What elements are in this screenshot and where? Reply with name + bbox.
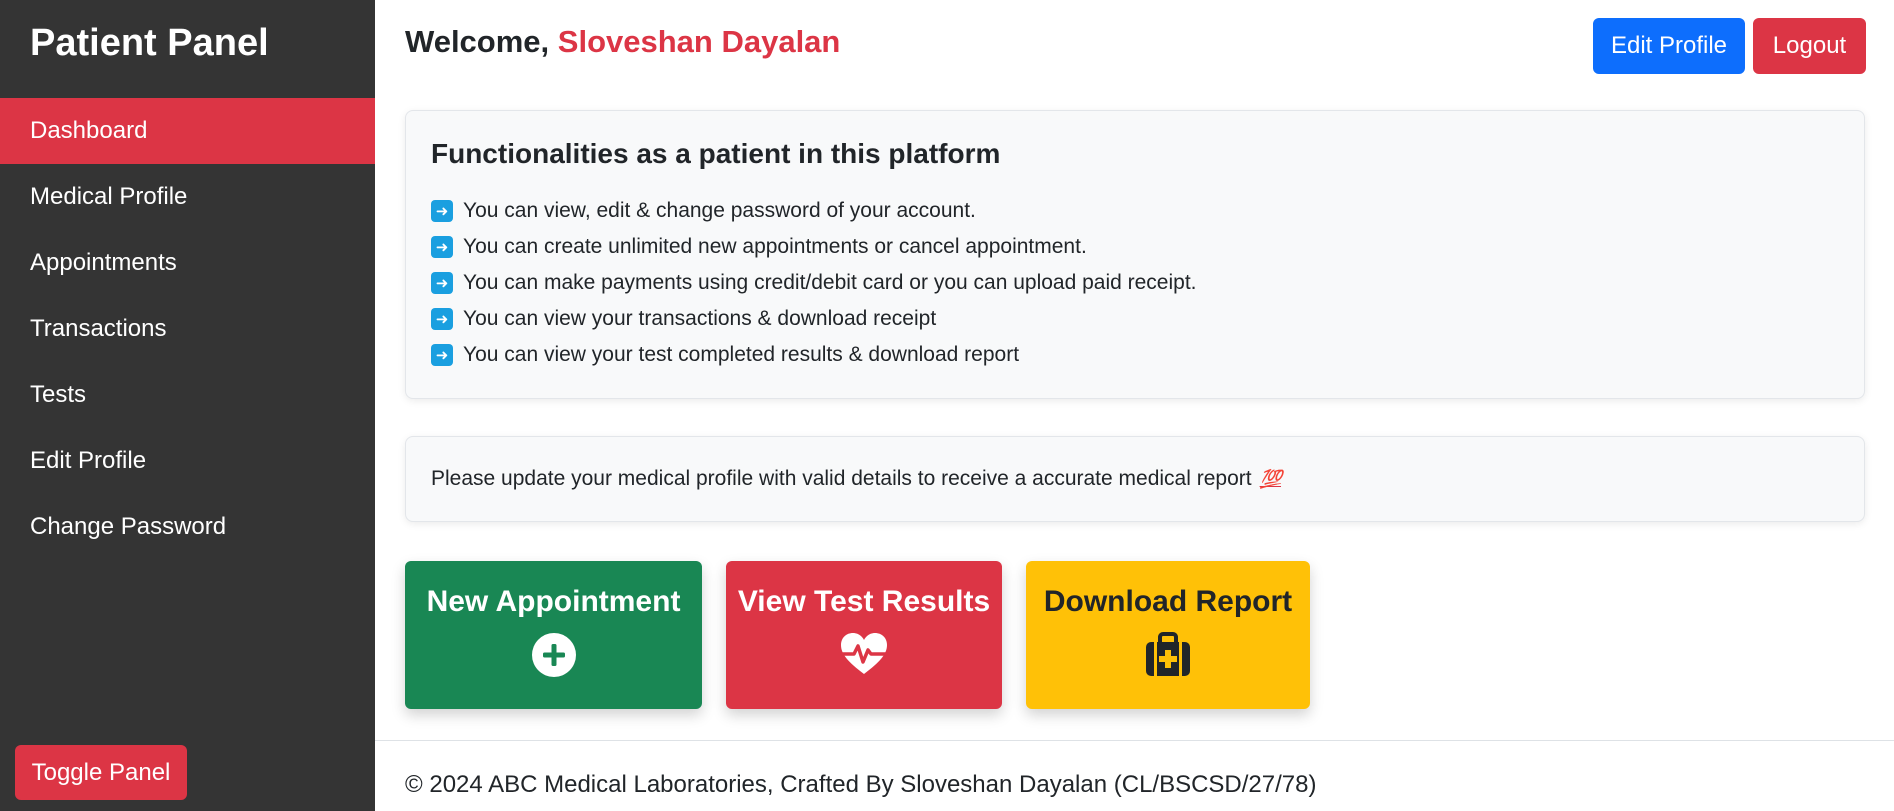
new-appointment-label: New Appointment <box>426 585 681 618</box>
list-item: ➜ You can view your transactions & downlo… <box>431 301 1839 337</box>
plus-circle-icon <box>531 632 577 683</box>
arrow-right-icon: ➜ <box>431 200 453 222</box>
list-item-text: You can view, edit & change password of … <box>463 199 976 222</box>
sidebar-item-dashboard[interactable]: Dashboard <box>0 98 375 164</box>
arrow-right-icon: ➜ <box>431 236 453 258</box>
list-item-text: You can view your transactions & downloa… <box>463 307 937 330</box>
list-item: ➜ You can view your test completed result… <box>431 337 1839 373</box>
medical-bag-icon <box>1145 632 1191 683</box>
footer-divider <box>375 740 1894 741</box>
functionalities-card: Functionalities as a patient in this pla… <box>405 110 1865 399</box>
user-name: Sloveshan Dayalan <box>557 24 841 59</box>
toggle-panel-button[interactable]: Toggle Panel <box>15 745 187 800</box>
sidebar-item-medical-profile[interactable]: Medical Profile <box>0 164 375 230</box>
logout-button[interactable]: Logout <box>1753 18 1866 74</box>
sidebar-nav: Dashboard Medical Profile Appointments T… <box>0 98 375 560</box>
arrow-right-icon: ➜ <box>431 308 453 330</box>
arrow-right-icon: ➜ <box>431 272 453 294</box>
hundred-points-icon: 💯 <box>1259 468 1282 489</box>
sidebar-item-appointments[interactable]: Appointments <box>0 230 375 296</box>
list-item: ➜ You can make payments using credit/debi… <box>431 265 1839 301</box>
sidebar-title: Patient Panel <box>30 22 269 64</box>
list-item-text: You can create unlimited new appointment… <box>463 235 1087 258</box>
sidebar-item-edit-profile[interactable]: Edit Profile <box>0 428 375 494</box>
download-report-tile[interactable]: Download Report <box>1026 561 1310 709</box>
sidebar-item-transactions[interactable]: Transactions <box>0 296 375 362</box>
view-test-results-tile[interactable]: View Test Results <box>726 561 1002 709</box>
list-item-text: You can view your test completed results… <box>463 343 1020 366</box>
functionalities-title: Functionalities as a patient in this pla… <box>431 138 1001 169</box>
view-test-results-label: View Test Results <box>737 585 991 618</box>
footer-text: © 2024 ABC Medical Laboratories, Crafted… <box>405 771 1317 798</box>
welcome-prefix: Welcome, <box>405 24 550 59</box>
arrow-right-icon: ➜ <box>431 344 453 366</box>
sidebar-item-change-password[interactable]: Change Password <box>0 494 375 560</box>
download-report-label: Download Report <box>1043 585 1293 618</box>
list-item: ➜ You can create unlimited new appointmen… <box>431 229 1839 265</box>
heart-pulse-icon <box>840 632 888 681</box>
list-item-text: You can make payments using credit/debit… <box>463 271 1197 294</box>
functionalities-list: ➜ You can view, edit & change password of… <box>431 193 1839 373</box>
notice-text: Please update your medical profile with … <box>431 467 1252 490</box>
welcome-heading: Welcome, Sloveshan Dayalan <box>405 22 840 62</box>
sidebar: Patient Panel Dashboard Medical Profile … <box>0 0 375 811</box>
notice-card: Please update your medical profile with … <box>405 436 1865 522</box>
new-appointment-tile[interactable]: New Appointment <box>405 561 702 709</box>
sidebar-item-tests[interactable]: Tests <box>0 362 375 428</box>
list-item: ➜ You can view, edit & change password of… <box>431 193 1839 229</box>
edit-profile-button[interactable]: Edit Profile <box>1593 18 1745 74</box>
